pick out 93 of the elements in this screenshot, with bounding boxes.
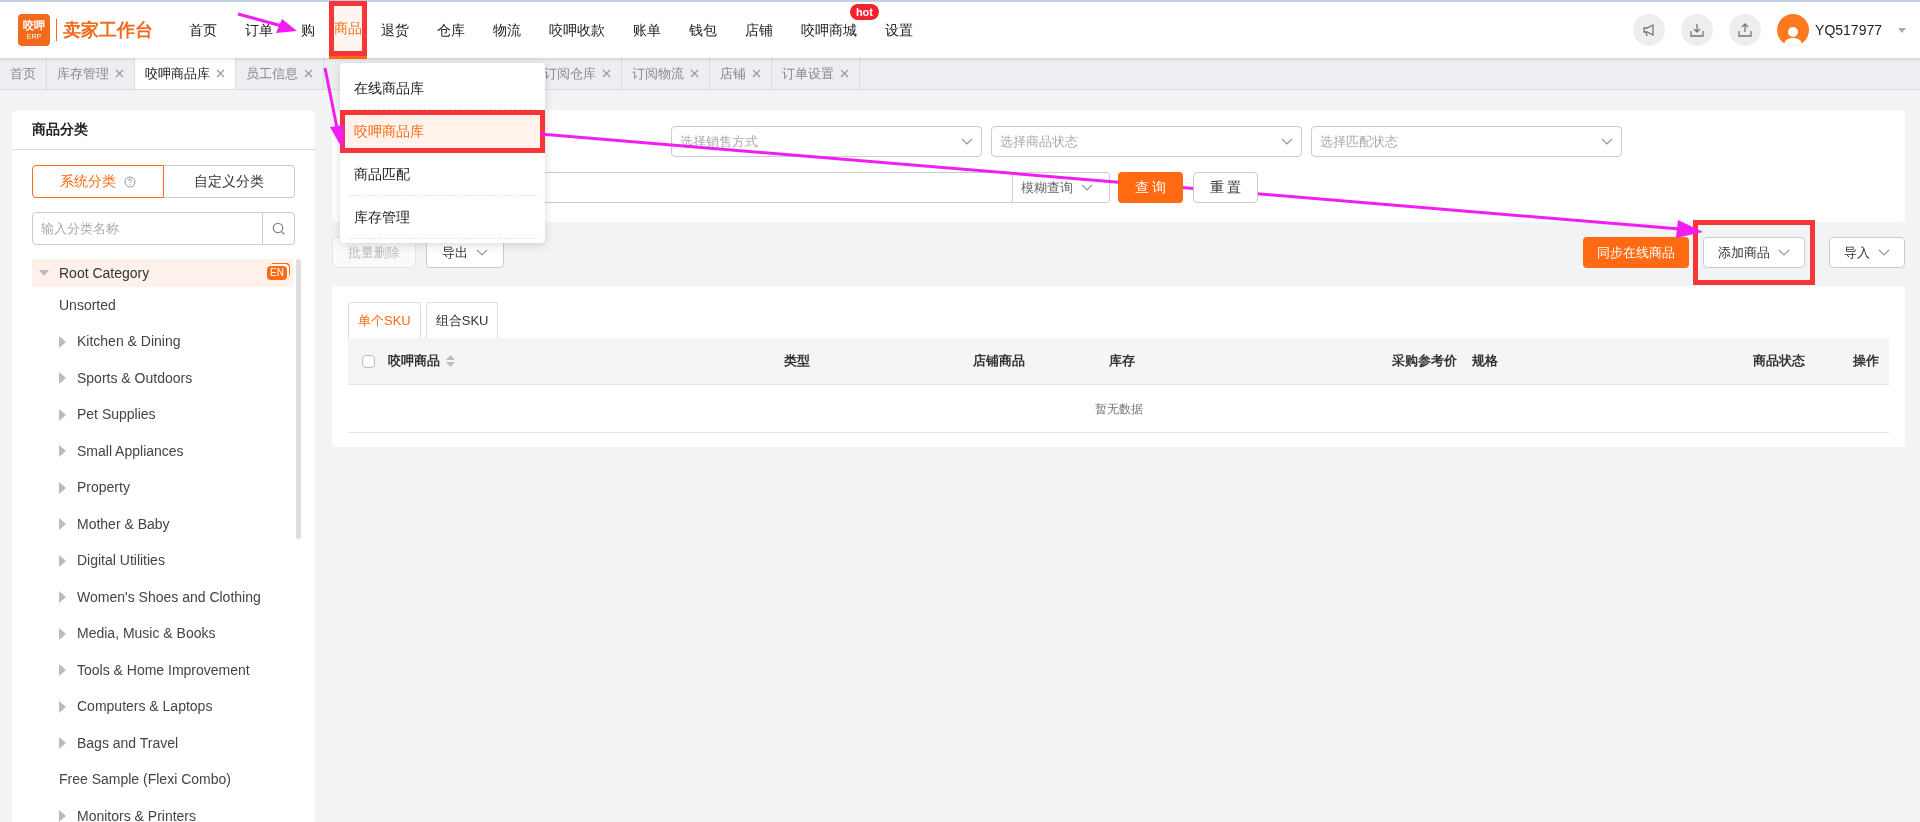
triangle-icon[interactable] xyxy=(59,335,67,348)
nav-item[interactable]: 购 xyxy=(301,17,315,43)
triangle-icon[interactable] xyxy=(59,372,67,385)
category-search-field[interactable]: 输入分类名称 xyxy=(32,212,263,245)
chevron-down-icon xyxy=(1281,137,1293,146)
tree-item[interactable]: Digital Utilities xyxy=(32,542,293,579)
empty-message: 暂无数据 xyxy=(1094,400,1143,418)
nav-item[interactable]: 设置 xyxy=(885,17,913,43)
sort-icon[interactable] xyxy=(446,355,455,367)
close-icon[interactable] xyxy=(216,69,225,78)
hot-badge: hot xyxy=(849,4,879,20)
nav-item[interactable]: 首页 xyxy=(189,17,217,43)
triangle-icon[interactable] xyxy=(59,737,67,750)
triangle-icon[interactable] xyxy=(59,445,67,458)
menu-item[interactable]: 库存管理 xyxy=(348,196,537,239)
menu-item[interactable]: 商品匹配 xyxy=(348,153,537,196)
tree-item[interactable]: Computers & Laptops xyxy=(32,688,293,725)
dropdown-button[interactable]: 添加商品 xyxy=(1703,237,1805,268)
chevron-down-icon xyxy=(476,248,488,257)
page-tab[interactable]: 咬呷商品库 xyxy=(135,58,236,89)
logo-mark: 咬呷 xyxy=(23,20,45,31)
column-header: 采购参考价 xyxy=(1392,352,1457,371)
triangle-icon[interactable] xyxy=(59,810,67,822)
help-icon xyxy=(124,175,136,188)
nav-item[interactable]: 钱包 xyxy=(689,17,717,43)
nav-item[interactable]: 仓库 xyxy=(437,17,465,43)
triangle-icon[interactable] xyxy=(59,700,67,713)
tree-label: Root Category xyxy=(59,263,151,283)
search-icon[interactable] xyxy=(271,221,286,236)
app-title: 卖家工作台 xyxy=(63,18,153,42)
column-header: 规格 xyxy=(1472,352,1498,371)
nav-item[interactable]: 账单 xyxy=(633,17,661,43)
megaphone-icon[interactable] xyxy=(1633,14,1666,46)
upload-icon[interactable] xyxy=(1729,14,1762,46)
close-icon[interactable] xyxy=(752,69,761,78)
chevron-down-icon xyxy=(1878,248,1890,257)
tree-item[interactable]: Pet Supplies xyxy=(32,396,293,433)
tree-item[interactable]: Women's Shoes and Clothing xyxy=(32,579,293,616)
close-icon[interactable] xyxy=(602,69,611,78)
panel-title: 商品分类 xyxy=(32,120,88,139)
column-header: 操作 xyxy=(1853,352,1879,371)
search-button[interactable] xyxy=(263,212,295,245)
tree-item[interactable]: Tools & Home Improvement xyxy=(32,652,293,689)
tree-item[interactable]: Free Sample (Flexi Combo) xyxy=(32,761,293,798)
scrollbar[interactable] xyxy=(296,259,301,539)
avatar-icon[interactable] xyxy=(1777,14,1810,46)
select-placeholder: 选择匹配状态 xyxy=(1320,132,1399,151)
chevron-down-icon xyxy=(1778,248,1790,257)
column-header: 商品状态 xyxy=(1753,352,1805,371)
nav-item[interactable]: 咬呷商城 xyxy=(801,17,857,43)
nav-item[interactable]: 咬呷收款 xyxy=(549,17,605,43)
close-icon[interactable] xyxy=(690,69,699,78)
column-header: 店铺商品 xyxy=(973,352,1025,371)
triangle-icon[interactable] xyxy=(59,664,67,677)
select-placeholder: 选择商品状态 xyxy=(1000,132,1079,151)
chevron-down-icon xyxy=(1081,183,1093,192)
tree-item[interactable]: Property xyxy=(32,469,293,506)
close-icon[interactable] xyxy=(840,69,849,78)
tree-item[interactable]: Root Category EN xyxy=(32,259,293,287)
tree-item[interactable]: Mother & Baby xyxy=(32,506,293,543)
close-icon[interactable] xyxy=(115,69,124,78)
tree-item[interactable]: Monitors & Printers xyxy=(32,798,293,822)
nav-item[interactable]: 物流 xyxy=(493,17,521,43)
segment-tab[interactable]: 自定义分类 xyxy=(164,165,295,198)
language-badge: EN xyxy=(267,266,287,280)
search-mode-select[interactable]: 模糊查询 xyxy=(1013,172,1110,203)
download-icon[interactable] xyxy=(1681,14,1714,46)
close-icon[interactable] xyxy=(304,69,313,78)
nav-item[interactable]: 退货 xyxy=(381,17,409,43)
nav-item[interactable]: 订单 xyxy=(245,17,273,43)
tree-item[interactable]: Kitchen & Dining xyxy=(32,323,293,360)
triangle-icon[interactable] xyxy=(59,518,67,531)
chevron-down-icon xyxy=(1601,137,1613,146)
dropdown-button[interactable]: 导入 xyxy=(1829,237,1905,268)
chevron-down-icon xyxy=(961,137,973,146)
column-header: 咬呷商品 xyxy=(388,352,440,371)
tree-item[interactable]: Bags and Travel xyxy=(32,725,293,762)
tree-item[interactable]: Media, Music & Books xyxy=(32,615,293,652)
checkbox[interactable] xyxy=(361,354,375,368)
triangle-icon[interactable] xyxy=(59,591,67,604)
tree-item[interactable]: Small Appliances xyxy=(32,433,293,470)
column-header: 库存 xyxy=(1109,352,1135,371)
triangle-icon[interactable] xyxy=(59,408,67,421)
caret-icon[interactable] xyxy=(1898,27,1906,33)
reset-button[interactable]: 重 置 xyxy=(1193,172,1258,203)
tree-item[interactable]: Sports & Outdoors xyxy=(32,360,293,397)
nav-item[interactable]: 店铺 xyxy=(745,17,773,43)
tree-item[interactable]: Unsorted xyxy=(32,287,293,324)
triangle-icon[interactable] xyxy=(59,554,67,567)
triangle-icon[interactable] xyxy=(59,627,67,640)
column-header: 类型 xyxy=(784,352,810,371)
username[interactable]: YQ517977 xyxy=(1815,19,1882,41)
triangle-icon[interactable] xyxy=(59,481,67,494)
